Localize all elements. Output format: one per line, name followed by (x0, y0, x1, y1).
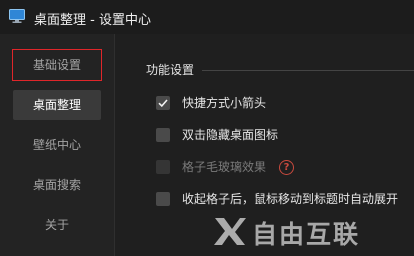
section-divider (202, 70, 414, 71)
option-label: 双击隐藏桌面图标 (182, 128, 279, 142)
auto-expand-checkbox[interactable] (156, 192, 170, 206)
frosted-glass-checkbox (156, 160, 170, 174)
checkmark-icon (158, 99, 168, 108)
option-label: 快捷方式小箭头 (182, 96, 267, 110)
section-title: 功能设置 (146, 63, 195, 77)
title-bar: 桌面整理 - 设置中心 (0, 0, 414, 34)
question-circle-icon[interactable]: ? (279, 160, 294, 175)
watermark-logo-icon (214, 218, 246, 245)
option-label: 收起格子后，鼠标移动到标题时自动展开 (182, 192, 399, 206)
window-title: 桌面整理 - 设置中心 (34, 13, 151, 28)
sidebar-item-desktop-organize[interactable]: 桌面整理 (13, 90, 101, 120)
sidebar-item-desktop-search[interactable]: 桌面搜索 (13, 170, 101, 200)
sidebar-item-about[interactable]: 关于 (13, 210, 101, 240)
double-click-hide-checkbox[interactable] (156, 128, 170, 142)
option-label: 格子毛玻璃效果 (182, 160, 267, 174)
shortcut-arrow-checkbox[interactable] (156, 96, 170, 110)
watermark: 自由互联 (212, 212, 408, 252)
watermark-text: 自由互联 (252, 220, 361, 249)
monitor-app-icon (9, 9, 25, 23)
sidebar-item-wallpaper-center[interactable]: 壁纸中心 (13, 130, 101, 160)
sidebar-nav: 基础设置 桌面整理 壁纸中心 桌面搜索 关于 (0, 34, 114, 256)
sidebar-item-basic-settings[interactable]: 基础设置 (12, 49, 102, 81)
